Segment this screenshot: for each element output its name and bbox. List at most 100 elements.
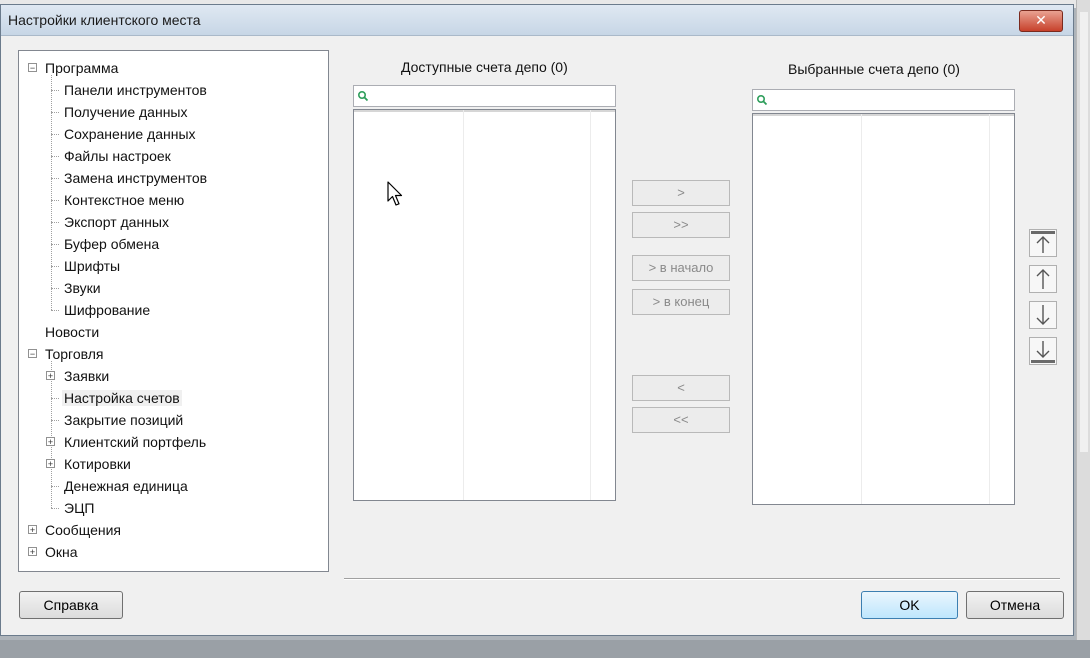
list-column-divider — [989, 114, 990, 504]
add-to-start-button[interactable]: > в начало — [632, 255, 730, 281]
available-list-title: Доступные счета депо (0) — [401, 59, 568, 75]
expand-icon[interactable]: + — [46, 371, 55, 381]
tree-item-label: Файлы настроек — [64, 148, 171, 164]
tree-item-label: Получение данных — [64, 104, 188, 120]
tree-connector — [51, 200, 59, 201]
tree-item[interactable]: Закрытие позиций — [62, 409, 185, 431]
tree-connector — [51, 288, 59, 289]
remove-all-button[interactable]: << — [632, 407, 730, 433]
tree-connector — [51, 420, 59, 421]
tree-connector — [51, 266, 59, 267]
move-top-icon — [1031, 231, 1055, 253]
mouse-cursor-icon — [387, 181, 403, 206]
tree-item[interactable]: Контекстное меню — [62, 189, 186, 211]
expand-icon[interactable]: + — [28, 525, 37, 535]
settings-tree[interactable]: Программа − Панели инструментов Получение д… — [18, 50, 329, 572]
tree-item-label: Буфер обмена — [64, 236, 160, 252]
tree-item[interactable]: Шифрование — [62, 299, 152, 321]
tree-item[interactable]: Новости — [43, 321, 101, 343]
tree-item[interactable]: Панели инструментов — [62, 79, 209, 101]
collapse-icon[interactable]: − — [28, 63, 37, 73]
tree-connector — [51, 178, 59, 179]
tree-item[interactable]: Сообщения — [43, 519, 123, 541]
tree-item[interactable]: Замена инструментов — [62, 167, 209, 189]
tree-item-label: Программа — [45, 60, 119, 76]
help-button[interactable]: Справка — [19, 591, 123, 619]
tree-connector — [51, 244, 59, 245]
tree-connector — [51, 508, 59, 509]
tree-connector — [51, 398, 59, 399]
expand-icon[interactable]: + — [28, 547, 37, 557]
collapse-icon[interactable]: − — [28, 349, 37, 359]
tree-item-label: Клиентский портфель — [64, 434, 207, 450]
available-search-input[interactable] — [353, 85, 616, 107]
tree-item-label: Звуки — [64, 280, 101, 296]
settings-dialog: Настройки клиентского места ✕ Программа −… — [0, 4, 1074, 636]
tree-item-label: Сообщения — [45, 522, 121, 538]
tree-item-label: Шифрование — [64, 302, 151, 318]
tree-item[interactable]: Денежная единица — [62, 475, 190, 497]
tree-item[interactable]: Буфер обмена — [62, 233, 161, 255]
move-up-button[interactable] — [1029, 265, 1057, 293]
tree-connector — [51, 90, 59, 91]
tree-item-label: Денежная единица — [64, 478, 188, 494]
tree-connector — [51, 310, 59, 311]
move-top-button[interactable] — [1029, 229, 1057, 257]
tree-item-label: Котировки — [64, 456, 131, 472]
tree-item[interactable]: Звуки — [62, 277, 103, 299]
list-column-divider — [463, 110, 464, 500]
add-to-end-button[interactable]: > в конец — [632, 289, 730, 315]
search-icon — [756, 94, 768, 106]
tree-item[interactable]: Сохранение данных — [62, 123, 198, 145]
tree-item-label: Новости — [45, 324, 100, 340]
tree-connector — [51, 222, 59, 223]
tree-item-label: Закрытие позиций — [64, 412, 184, 428]
cancel-button[interactable]: Отмена — [966, 591, 1064, 619]
tree-item[interactable]: Настройка счетов — [62, 387, 182, 409]
move-bottom-icon — [1031, 341, 1055, 363]
tree-item-label: Торговля — [45, 346, 104, 362]
tree-item[interactable]: Файлы настроек — [62, 145, 173, 167]
background-area — [0, 640, 1090, 658]
selected-accounts-list[interactable] — [752, 113, 1015, 505]
ok-button[interactable]: OK — [861, 591, 958, 619]
tree-item-label: Окна — [45, 544, 78, 560]
tree-item[interactable]: Программа — [43, 57, 120, 79]
tree-item[interactable]: Торговля — [43, 343, 105, 365]
move-bottom-button[interactable] — [1029, 337, 1057, 365]
tree-connector — [51, 156, 59, 157]
tree-item[interactable]: ЭЦП — [62, 497, 96, 519]
move-down-icon — [1036, 305, 1050, 325]
move-down-button[interactable] — [1029, 301, 1057, 329]
tree-item[interactable]: Клиентский портфель — [62, 431, 208, 453]
background-scrollbar — [1080, 12, 1088, 452]
tree-item-label: ЭЦП — [64, 500, 95, 516]
tree-item-label: Панели инструментов — [64, 82, 207, 98]
tree-item[interactable]: Окна — [43, 541, 80, 563]
tree-connector — [51, 75, 52, 310]
add-all-button[interactable]: >> — [632, 212, 730, 238]
close-button[interactable]: ✕ — [1019, 10, 1063, 32]
expand-icon[interactable]: + — [46, 459, 55, 469]
selected-list-title: Выбранные счета депо (0) — [788, 61, 960, 77]
tree-item-label: Заявки — [64, 368, 110, 384]
tree-item[interactable]: Экспорт данных — [62, 211, 171, 233]
tree-connector — [51, 486, 59, 487]
available-accounts-list[interactable] — [353, 109, 616, 501]
tree-item-label: Замена инструментов — [64, 170, 208, 186]
selected-search-input[interactable] — [752, 89, 1015, 111]
tree-item[interactable]: Шрифты — [62, 255, 122, 277]
footer-separator — [344, 578, 1060, 580]
tree-item-label: Сохранение данных — [64, 126, 196, 142]
tree-item[interactable]: Получение данных — [62, 101, 190, 123]
title-bar: Настройки клиентского места ✕ — [1, 5, 1073, 36]
tree-item[interactable]: Заявки — [62, 365, 111, 387]
tree-connector — [51, 112, 59, 113]
add-button[interactable]: > — [632, 180, 730, 206]
list-column-divider — [861, 114, 862, 504]
tree-item-label: Контекстное меню — [64, 192, 185, 208]
expand-icon[interactable]: + — [46, 437, 55, 447]
remove-button[interactable]: < — [632, 375, 730, 401]
tree-item[interactable]: Котировки — [62, 453, 133, 475]
list-column-divider — [590, 110, 591, 500]
